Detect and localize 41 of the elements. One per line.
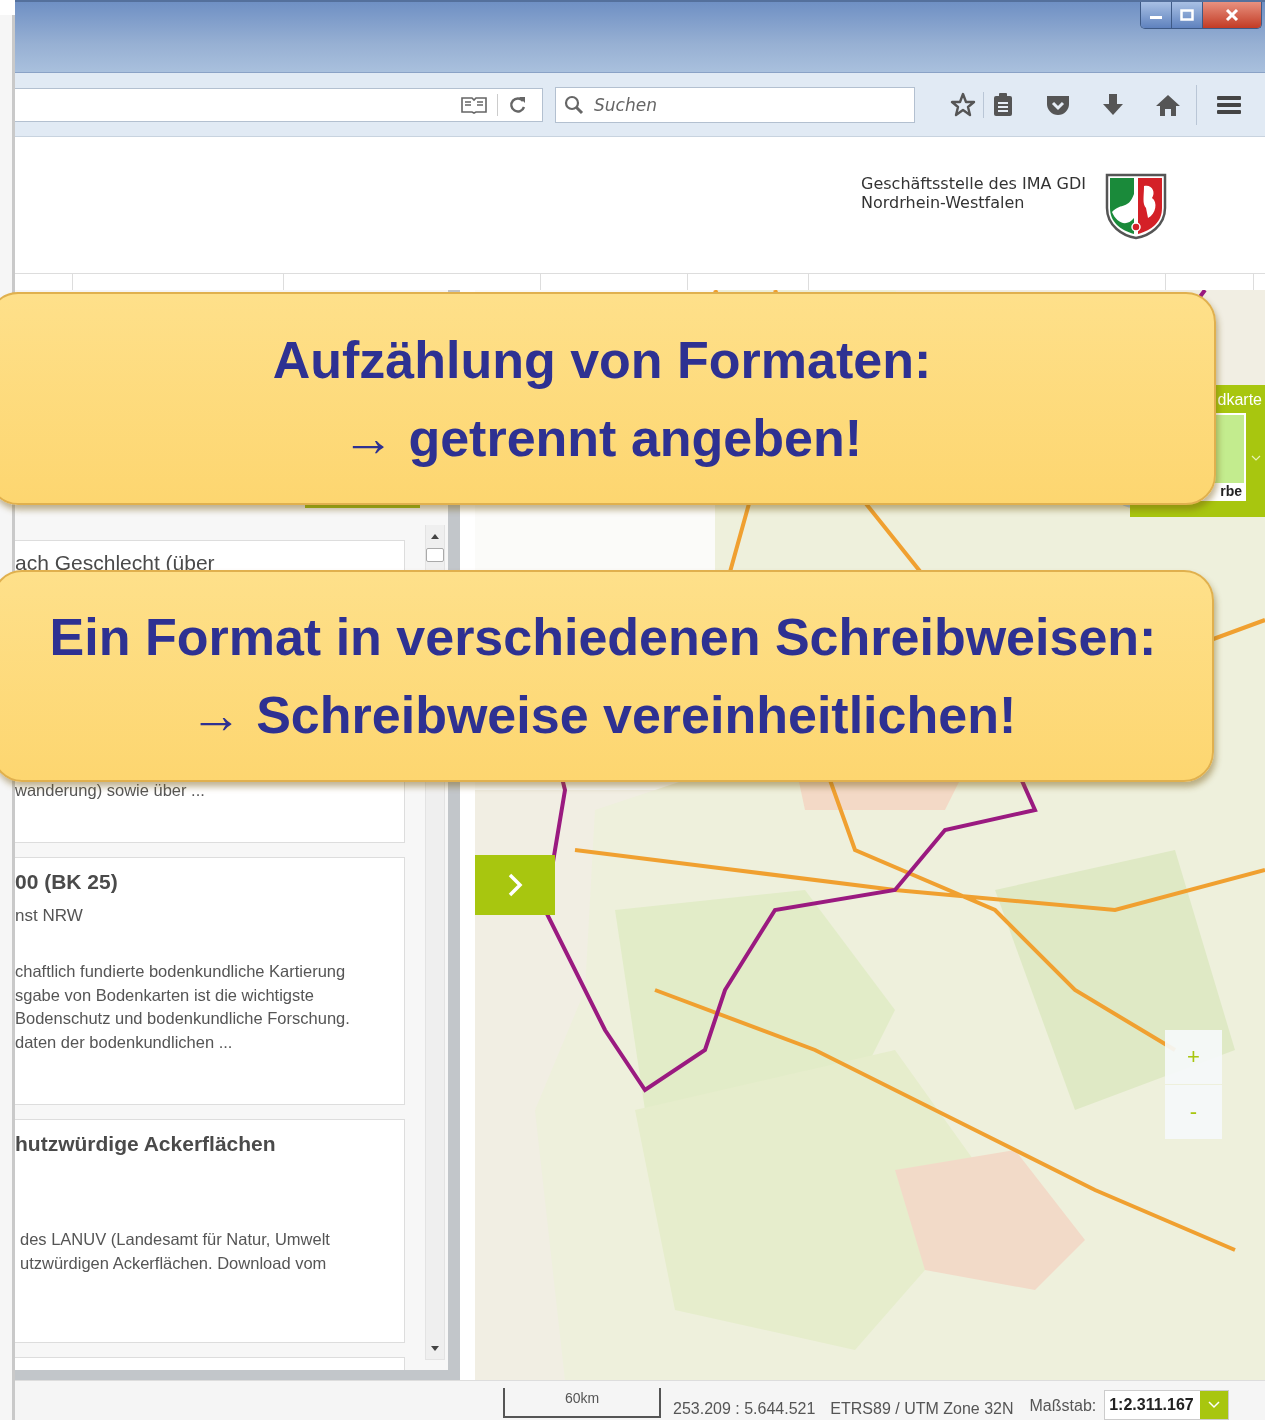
scroll-down-icon[interactable] xyxy=(430,1345,440,1353)
star-icon[interactable] xyxy=(950,91,976,118)
result-card[interactable]: 00 (BK 25) nst NRW chaftlich fundierte bodenkundliche Kartierung sgabe von Bodenkarten ist die wichtigste Bodenschutz und bodenkundliche Forschung. daten der bodenkundlichen ... xyxy=(15,857,405,1105)
callout-text: Ein Format in verschiedenen Schreibweisen: xyxy=(49,607,1157,668)
card-description: des LANUV (Landesamt für Natur, Umwelt utzwürdigen Ackerflächen. Download vom xyxy=(19,1229,331,1274)
maximize-button[interactable] xyxy=(1172,2,1203,28)
scale-select[interactable]: 1:2.311.167 xyxy=(1104,1390,1230,1420)
crs-label: ETRS89 / UTM Zone 32N xyxy=(830,1400,1014,1419)
book-icon[interactable] xyxy=(461,95,487,114)
caret-icon xyxy=(1251,455,1261,461)
scrollbar-thumb[interactable] xyxy=(426,548,444,562)
result-card[interactable]: hutzwürdige Ackerflächen des LANUV (Landesamt für Natur, Umwelt utzwürdigen Ackerflächen. Download vom xyxy=(15,1119,405,1343)
address-field[interactable] xyxy=(15,87,543,122)
close-button[interactable] xyxy=(1203,2,1261,28)
scale-caption: Maßstab: xyxy=(1029,1397,1097,1416)
close-icon xyxy=(1225,9,1239,21)
search-field[interactable]: Suchen xyxy=(555,86,915,123)
callout-text: → getrennt angeben! xyxy=(342,407,862,469)
search-icon xyxy=(564,94,584,115)
maximize-icon xyxy=(1180,9,1194,21)
minimize-button[interactable] xyxy=(1141,2,1172,28)
callout-text: Aufzählung von Formaten: xyxy=(272,329,932,391)
reload-icon[interactable] xyxy=(508,94,528,115)
home-icon[interactable] xyxy=(1155,92,1181,117)
coat-of-arms-icon xyxy=(1104,172,1168,240)
menu-icon[interactable] xyxy=(1216,93,1242,116)
caret-icon xyxy=(1208,1401,1221,1409)
scroll-up-icon[interactable] xyxy=(430,532,440,540)
organization-name: Geschäftsstelle des IMA GDI Nordrhein-Westfalen xyxy=(861,174,1086,212)
card-description: wanderung) sowie über ... xyxy=(15,780,206,801)
card-title[interactable]: hutzwürdige Ackerflächen xyxy=(15,1132,404,1156)
card-publisher: nst NRW xyxy=(15,906,84,926)
card-title[interactable]: 00 (BK 25) xyxy=(15,870,404,894)
scale-label: 60km xyxy=(564,1390,600,1406)
clipboard-icon[interactable] xyxy=(991,91,1015,118)
coordinates: 253.209 : 5.644.521 xyxy=(673,1400,816,1419)
basemap-label: dkarte xyxy=(1216,391,1263,409)
card-description: chaftlich fundierte bodenkundliche Kartierung sgabe von Bodenkarten ist die wichtigste Bodenschutz und bodenkundliche Forschung. daten der bodenkundlichen ... xyxy=(15,961,351,1053)
callout-text: → Schreibweise vereinheitlichen! xyxy=(189,685,1017,746)
chevron-right-icon xyxy=(507,872,523,898)
basemap-option-label: rbe xyxy=(1219,483,1243,499)
